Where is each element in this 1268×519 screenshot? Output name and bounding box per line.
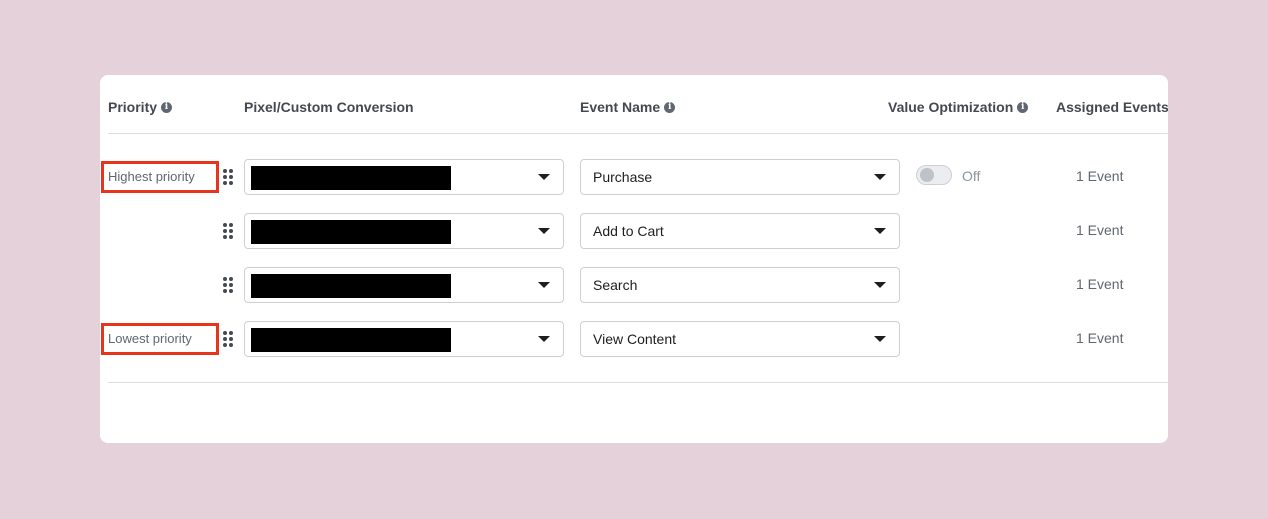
pixel-select[interactable] bbox=[244, 267, 564, 303]
value-optimization-info-icon[interactable]: i bbox=[1017, 101, 1029, 113]
caret-down-icon bbox=[538, 336, 550, 342]
assigned-events-header-label: Assigned Events bbox=[1056, 99, 1168, 115]
table-row: Lowest priority View Content 1 Event bbox=[100, 321, 1168, 357]
value-optimization-state: Off bbox=[962, 168, 981, 184]
pixel-select[interactable] bbox=[244, 213, 564, 249]
event-name-info-icon[interactable]: i bbox=[664, 101, 676, 113]
value-optimization-header: Value Optimization i bbox=[888, 99, 1029, 115]
event-name-header: Event Name i bbox=[580, 99, 676, 115]
assigned-events-count[interactable]: 1 Event bbox=[1076, 321, 1123, 355]
event-name-select[interactable]: Purchase bbox=[580, 159, 900, 195]
drag-handle-icon[interactable] bbox=[223, 169, 233, 185]
assigned-events-count[interactable]: 1 Event bbox=[1076, 213, 1123, 247]
redacted-pixel-name bbox=[251, 274, 451, 298]
priority-header: Priority i bbox=[108, 99, 173, 115]
event-priority-panel: Priority i Pixel/Custom Conversion Event… bbox=[100, 75, 1168, 443]
header-divider bbox=[108, 133, 1168, 134]
assigned-events-count[interactable]: 1 Event bbox=[1076, 159, 1123, 193]
event-name-header-label: Event Name bbox=[580, 99, 661, 115]
value-optimization-toggle[interactable] bbox=[916, 165, 952, 185]
caret-down-icon bbox=[538, 174, 550, 180]
drag-handle-icon[interactable] bbox=[223, 331, 233, 347]
priority-info-icon[interactable]: i bbox=[161, 101, 173, 113]
event-name-value: Purchase bbox=[593, 169, 653, 185]
event-name-value: View Content bbox=[593, 331, 677, 347]
drag-handle-icon[interactable] bbox=[223, 277, 233, 293]
table-row: Highest priority Purchase Off 1 Event bbox=[100, 159, 1168, 195]
pixel-select[interactable] bbox=[244, 321, 564, 357]
redacted-pixel-name bbox=[251, 328, 451, 352]
footer-divider bbox=[108, 382, 1168, 383]
pixel-select[interactable] bbox=[244, 159, 564, 195]
pixel-header-label: Pixel/Custom Conversion bbox=[244, 99, 414, 115]
event-name-select[interactable]: Add to Cart bbox=[580, 213, 900, 249]
caret-down-icon bbox=[874, 282, 886, 288]
priority-header-label: Priority bbox=[108, 99, 158, 115]
redacted-pixel-name bbox=[251, 220, 451, 244]
caret-down-icon bbox=[538, 228, 550, 234]
highest-priority-label: Highest priority bbox=[101, 161, 219, 193]
pixel-header: Pixel/Custom Conversion bbox=[244, 99, 414, 115]
drag-handle-icon[interactable] bbox=[223, 223, 233, 239]
event-name-select[interactable]: Search bbox=[580, 267, 900, 303]
event-name-value: Search bbox=[593, 277, 638, 293]
assigned-events-count[interactable]: 1 Event bbox=[1076, 267, 1123, 301]
table-row: Add to Cart 1 Event bbox=[100, 213, 1168, 249]
event-name-value: Add to Cart bbox=[593, 223, 664, 239]
lowest-priority-label: Lowest priority bbox=[101, 323, 219, 355]
assigned-events-header: Assigned Events bbox=[1056, 99, 1168, 115]
caret-down-icon bbox=[874, 336, 886, 342]
toggle-knob bbox=[920, 168, 934, 182]
event-name-select[interactable]: View Content bbox=[580, 321, 900, 357]
value-optimization-header-label: Value Optimization bbox=[888, 99, 1014, 115]
table-row: Search 1 Event bbox=[100, 267, 1168, 303]
caret-down-icon bbox=[874, 174, 886, 180]
caret-down-icon bbox=[538, 282, 550, 288]
caret-down-icon bbox=[874, 228, 886, 234]
redacted-pixel-name bbox=[251, 166, 451, 190]
